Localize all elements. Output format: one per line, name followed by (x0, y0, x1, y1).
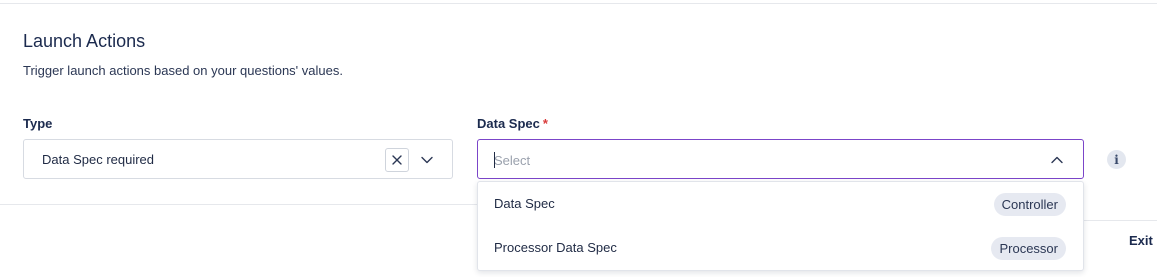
data-spec-dropdown-menu: Data Spec Controller Processor Data Spec… (477, 181, 1084, 271)
chevron-up-icon (1051, 156, 1063, 164)
section-description: Trigger launch actions based on your que… (23, 63, 343, 78)
option-badge: Processor (991, 237, 1066, 260)
footer-divider (1084, 220, 1157, 221)
dropdown-option-processor-data-spec[interactable]: Processor Data Spec Processor (478, 226, 1083, 270)
type-selected-value: Data Spec required (42, 152, 155, 167)
data-spec-label-text: Data Spec (477, 116, 540, 131)
type-label: Type (23, 116, 52, 131)
close-icon (392, 155, 402, 165)
option-label: Data Spec (494, 196, 555, 211)
top-divider (0, 3, 1157, 4)
data-spec-dropdown-toggle[interactable] (1047, 150, 1067, 170)
dropdown-option-data-spec[interactable]: Data Spec Controller (478, 182, 1083, 226)
text-caret (494, 152, 495, 168)
chevron-down-icon (421, 156, 433, 164)
clear-selection-button[interactable] (385, 148, 409, 172)
type-dropdown-toggle[interactable] (417, 150, 437, 170)
info-icon[interactable]: i (1107, 150, 1126, 169)
type-label-text: Type (23, 116, 53, 131)
section-divider (0, 204, 477, 205)
type-select[interactable]: Data Spec required (23, 139, 453, 179)
data-spec-label: Data Spec * (477, 116, 548, 131)
section-title: Launch Actions (23, 31, 146, 51)
data-spec-search-input[interactable] (494, 151, 1034, 169)
data-spec-select[interactable] (477, 139, 1084, 179)
exit-button[interactable]: Exit (1129, 233, 1153, 248)
option-label: Processor Data Spec (494, 240, 617, 255)
required-marker: * (542, 116, 548, 131)
option-badge: Controller (993, 193, 1066, 216)
